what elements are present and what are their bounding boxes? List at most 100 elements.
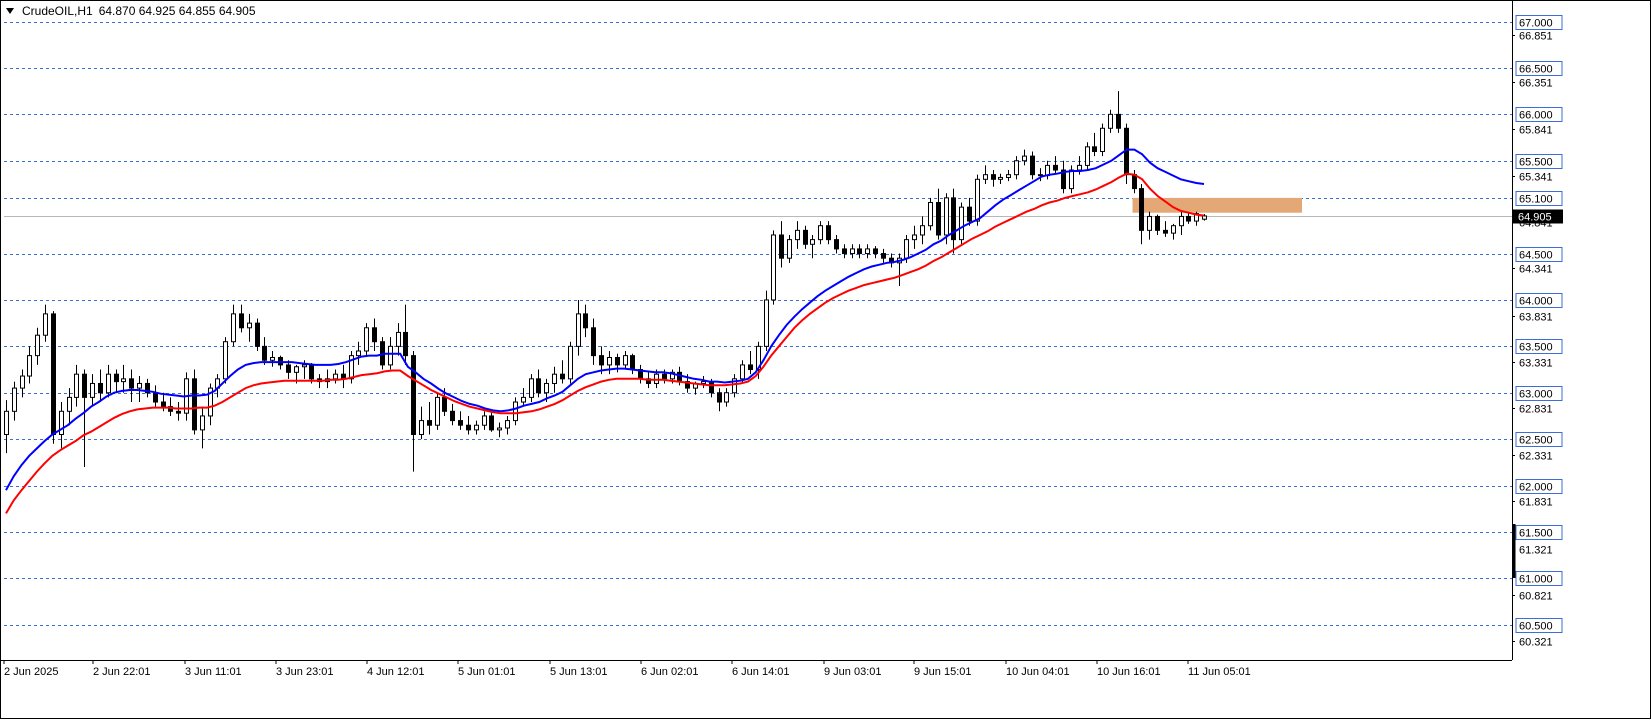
candle-bear — [1155, 215, 1160, 231]
candle-bull — [724, 392, 729, 403]
candle-bull — [482, 415, 487, 426]
candle-bull — [810, 239, 815, 245]
dropdown-triangle-icon[interactable] — [6, 8, 14, 14]
chart-border — [0, 0, 1651, 719]
candle-bear — [873, 248, 878, 255]
candle-bear — [403, 331, 408, 357]
time-label: 3 Jun 11:01 — [185, 666, 242, 678]
candle-bear — [427, 420, 432, 426]
candle-bull — [1014, 160, 1019, 176]
candle-bull — [1069, 169, 1074, 190]
candle-bear — [779, 234, 784, 259]
time-label: 10 Jun 16:01 — [1097, 666, 1161, 678]
candle-bear — [153, 392, 158, 403]
ohlc-values: 64.870 64.925 64.855 64.905 — [98, 4, 256, 18]
candle-bull — [912, 234, 917, 241]
candle-bull — [607, 356, 612, 366]
candle-bear — [161, 401, 166, 408]
candle-bear — [717, 392, 722, 403]
candle-bull — [701, 381, 706, 384]
candle-bear — [1092, 146, 1097, 152]
candle-bear — [262, 345, 267, 361]
ema-slow-line — [5, 172, 1205, 514]
candle-bear — [1186, 215, 1191, 222]
candle-bear — [286, 364, 291, 373]
candle-bull — [388, 345, 393, 366]
time-label: 5 Jun 01:01 — [458, 666, 516, 678]
candle-bear — [630, 355, 635, 371]
price-level-label: 61.500 — [1519, 528, 1553, 540]
candle-bull — [302, 364, 307, 368]
candle-bull — [1171, 225, 1176, 234]
candle-bear — [129, 378, 134, 389]
candle-bear — [1053, 164, 1058, 171]
price-level-label: 65.100 — [1519, 194, 1553, 206]
candle-bear — [1132, 174, 1137, 190]
candle-bull — [544, 382, 549, 394]
candle-bear — [536, 378, 541, 394]
candle-bull — [247, 322, 252, 329]
candle-bull — [419, 420, 424, 436]
price-tick-label: 62.331 — [1519, 451, 1553, 463]
candle-bear — [458, 420, 463, 426]
price-level-label: 65.500 — [1519, 157, 1553, 169]
candle-bear — [967, 206, 972, 222]
candle-bear — [466, 424, 471, 431]
candle-bear — [450, 410, 455, 422]
candle-bear — [936, 202, 941, 236]
candle-bull — [1100, 127, 1105, 152]
candle-bull — [865, 248, 870, 255]
candle-bear — [192, 378, 197, 431]
price-chart[interactable]: 67.000 66.500 66.000 65.500 65.100 64.500 64.0… — [0, 0, 1651, 719]
candle-bear — [1163, 229, 1168, 234]
price-tick-label: 66.851 — [1519, 31, 1553, 43]
candle-bull — [294, 366, 299, 373]
candle-bull — [43, 313, 48, 336]
candle-bull — [505, 420, 510, 429]
candle-bull — [67, 396, 72, 412]
candle-bull — [521, 396, 526, 403]
price-tick-label: 60.821 — [1519, 591, 1553, 603]
chart-window[interactable]: CrudeOIL,H1 64.870 64.925 64.855 64.905 … — [0, 0, 1651, 719]
candle-bear — [1139, 188, 1144, 231]
price-tick-label: 61.321 — [1519, 545, 1553, 557]
price-tick-label: 61.831 — [1519, 497, 1553, 509]
time-label: 3 Jun 23:01 — [276, 666, 334, 678]
price-tick-label: 64.341 — [1519, 264, 1553, 276]
candle-bear — [255, 322, 260, 347]
price-tick-label: 66.351 — [1519, 78, 1553, 90]
candle-bull — [1202, 215, 1207, 220]
price-tick-label: 65.341 — [1519, 172, 1553, 184]
candle-bull — [1077, 164, 1082, 171]
price-level-label: 61.000 — [1519, 574, 1553, 586]
candle-bull — [576, 313, 581, 347]
candle-bull — [623, 355, 628, 366]
candle-bear — [615, 356, 620, 366]
candle-bear — [1030, 155, 1035, 176]
price-level-label: 63.000 — [1519, 389, 1553, 401]
candle-bull — [35, 334, 40, 357]
price-level-label: 62.000 — [1519, 482, 1553, 494]
candle-bear — [991, 174, 996, 180]
time-label: 11 Jun 05:01 — [1188, 666, 1251, 678]
price-tick-label: 65.841 — [1519, 125, 1553, 137]
price-tick-label: 62.831 — [1519, 404, 1553, 416]
candle-bear — [489, 415, 494, 431]
candle-bear — [591, 327, 596, 357]
candle-bear — [881, 253, 886, 259]
price-level-label: 64.500 — [1519, 250, 1553, 262]
candle-bear — [114, 373, 119, 383]
candle-bull — [975, 178, 980, 222]
candle-bull — [27, 355, 32, 377]
candle-bull — [1006, 174, 1011, 178]
candle-bull — [944, 197, 949, 236]
time-label: 10 Jun 04:01 — [1006, 666, 1070, 678]
candle-bear — [82, 373, 87, 398]
candle-bear — [309, 364, 314, 380]
candle-bear — [826, 225, 831, 241]
candle-bear — [51, 313, 56, 436]
candle-bull — [356, 350, 361, 357]
candle-bear — [372, 327, 377, 343]
candle-bear — [176, 410, 181, 414]
price-level-label: 64.000 — [1519, 296, 1553, 308]
